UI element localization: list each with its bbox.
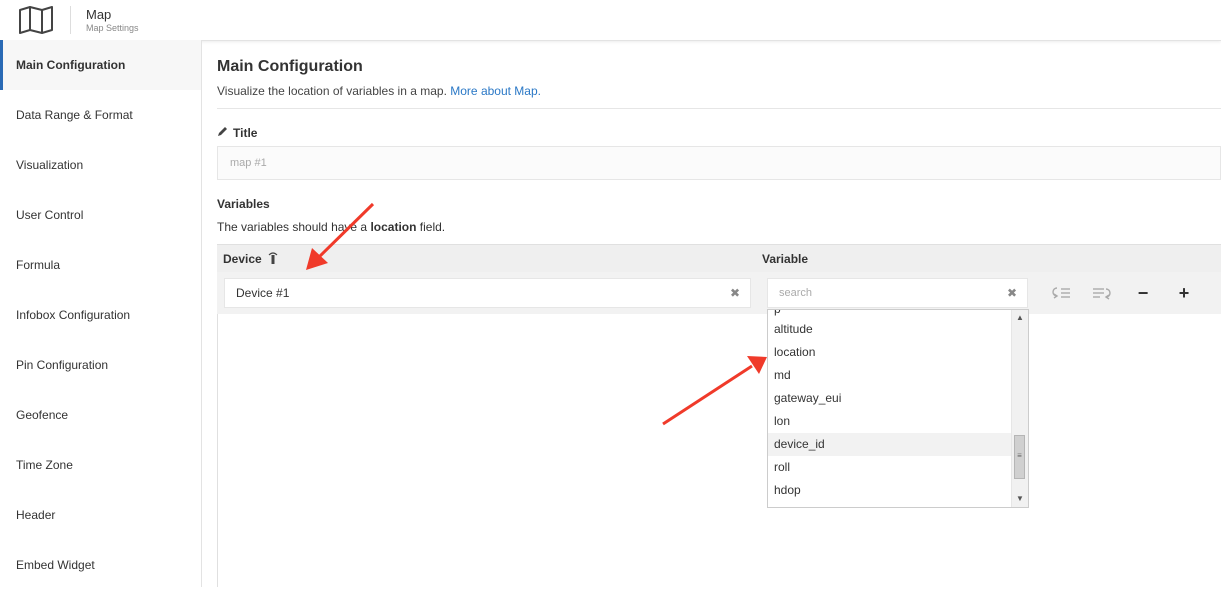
device-column-header: Device <box>223 252 278 266</box>
main-configuration-panel: Main Configuration Visualize the locatio… <box>217 40 1221 587</box>
variables-label: Variables <box>217 197 270 211</box>
dropdown-item[interactable]: altitude <box>768 318 1012 341</box>
dropdown-item[interactable]: gateway_eui <box>768 387 1012 410</box>
dropdown-item[interactable]: location <box>768 341 1012 364</box>
dropdown-item[interactable]: md <box>768 364 1012 387</box>
pencil-icon <box>217 126 228 140</box>
add-row-icon[interactable]: + <box>1170 278 1198 308</box>
map-icon <box>19 6 53 34</box>
more-about-map-link[interactable]: More about Map. <box>450 84 541 98</box>
variables-table-row: Device #1 ✖ search ✖ − + <box>217 272 1221 314</box>
variables-table-header: Device Variable <box>217 244 1221 273</box>
variables-desc-suffix: field. <box>419 220 446 234</box>
sidebar-item-visualization[interactable]: Visualization <box>0 140 201 190</box>
title-label-text: Title <box>233 126 258 140</box>
sidebar-item-main-configuration[interactable]: Main Configuration <box>0 40 201 90</box>
title-field-label: Title <box>217 126 257 140</box>
sidebar-item-data-range-format[interactable]: Data Range & Format <box>0 90 201 140</box>
wrap-icon[interactable] <box>1088 278 1116 308</box>
variable-search-placeholder: search <box>779 287 813 299</box>
sidebar-item-user-control[interactable]: User Control <box>0 190 201 240</box>
scroll-thumb[interactable]: ≡ <box>1014 435 1025 479</box>
app-subtitle: Map Settings <box>86 23 139 33</box>
scroll-down-icon[interactable]: ▼ <box>1012 491 1028 507</box>
sidebar-item-infobox-configuration[interactable]: Infobox Configuration <box>0 290 201 340</box>
sidebar-item-header[interactable]: Header <box>0 490 201 540</box>
description-text: Visualize the location of variables in a… <box>217 84 447 98</box>
scroll-up-icon[interactable]: ▲ <box>1012 310 1028 326</box>
top-bar: Map Map Settings <box>0 0 1221 41</box>
device-column-label: Device <box>223 252 262 266</box>
topbar-divider <box>70 6 71 34</box>
settings-sidebar: Main Configuration Data Range & Format V… <box>0 40 202 587</box>
page-title: Main Configuration <box>217 58 363 75</box>
variables-desc-bold: location <box>370 220 417 234</box>
device-clear-icon[interactable]: ✖ <box>730 279 740 307</box>
dropdown-item[interactable]: lon <box>768 410 1012 433</box>
sidebar-item-geofence[interactable]: Geofence <box>0 390 201 440</box>
sidebar-item-time-zone[interactable]: Time Zone <box>0 440 201 490</box>
page-description: Visualize the location of variables in a… <box>217 84 541 98</box>
device-select[interactable]: Device #1 ✖ <box>224 278 751 308</box>
device-antenna-icon <box>268 252 278 264</box>
dropdown-item-hovered[interactable]: device_id <box>768 433 1012 456</box>
variable-search-input[interactable]: search ✖ <box>767 278 1028 308</box>
dropdown-scrollbar[interactable]: ▲ ≡ ▼ <box>1011 310 1028 507</box>
variable-clear-icon[interactable]: ✖ <box>1007 279 1017 307</box>
section-divider <box>217 108 1221 109</box>
remove-row-icon[interactable]: − <box>1129 278 1157 308</box>
sidebar-item-formula[interactable]: Formula <box>0 240 201 290</box>
variable-column-header: Variable <box>762 252 809 266</box>
sidebar-item-embed-widget[interactable]: Embed Widget <box>0 540 201 590</box>
variables-description: The variables should have a location fie… <box>217 220 445 234</box>
dropdown-item[interactable]: hdop <box>768 479 1012 502</box>
indent-icon[interactable] <box>1047 278 1075 308</box>
sidebar-item-pin-configuration[interactable]: Pin Configuration <box>0 340 201 390</box>
variables-desc-prefix: The variables should have a <box>217 220 368 234</box>
dropdown-item[interactable]: roll <box>768 456 1012 479</box>
device-select-value: Device #1 <box>236 286 290 300</box>
table-body-border <box>217 314 218 587</box>
title-input[interactable]: map #1 <box>217 146 1221 180</box>
app-title: Map <box>86 7 112 22</box>
variable-dropdown[interactable]: p altitude location md gateway_eui lon d… <box>767 309 1029 508</box>
